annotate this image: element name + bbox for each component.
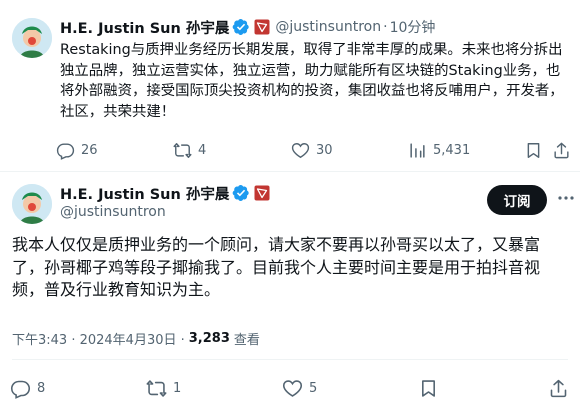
share-icon [550,379,567,397]
views-count: 5,431 [433,142,471,158]
analytics-icon [410,142,425,158]
like-count: 5 [309,380,318,396]
subscribe-button[interactable]: 订阅 [487,185,547,215]
bookmark-icon [422,379,435,397]
separator-dot: · [383,19,388,35]
tweet-actions: 8 1 5 [10,377,570,399]
share-button[interactable] [552,141,571,160]
avatar[interactable] [12,18,52,58]
heart-icon [291,142,310,158]
divider [12,359,568,360]
tweet-1[interactable]: H.E. Justin Sun 孙宇晨 @justinsuntron · 10分… [0,0,580,172]
author-name[interactable]: H.E. Justin Sun 孙宇晨 [60,183,229,204]
tweet-time[interactable]: 10分钟 [390,17,436,37]
tweet-actions: 26 4 30 5,431 [56,140,576,160]
tron-brand-badge-icon[interactable] [254,185,270,201]
reply-icon [56,142,75,160]
like-button[interactable]: 30 [291,141,333,160]
repost-icon [146,379,167,397]
repost-button[interactable]: 4 [173,141,206,160]
reply-button[interactable]: 8 [10,378,45,399]
like-count: 30 [316,142,333,158]
avatar[interactable] [12,184,52,224]
views-label: 查看 [233,333,260,348]
tweet-2-focused: H.E. Justin Sun 孙宇晨 @justinsuntron 订阅 我本… [0,172,580,408]
repost-icon [173,142,192,158]
heart-icon [282,379,303,397]
author-name[interactable]: H.E. Justin Sun 孙宇晨 [60,17,229,38]
bookmark-icon [527,142,540,158]
bookmark-button[interactable] [524,141,543,160]
tweet-timestamp[interactable]: 下午3:43 · 2024年4月30日 · [12,329,185,348]
author-handle[interactable]: @justinsuntron [60,204,166,220]
tweet-meta: 下午3:43 · 2024年4月30日 · 3,283 查看 [12,329,260,348]
repost-button[interactable]: 1 [146,378,181,399]
bookmark-button[interactable] [418,378,439,399]
tweet-text: 我本人仅仅是质押业务的一个顾问，请大家不要再以孙哥买以太了，又暴富了，孙哥椰子鸡… [12,235,541,299]
reply-button[interactable]: 26 [56,141,98,160]
share-button[interactable] [548,378,569,399]
verified-badge-icon[interactable] [232,184,250,202]
repost-count: 4 [198,142,207,158]
tweet-text: Restaking与质押业务经历长期发展，取得了非常丰厚的成果。未来也将分拆出独… [60,42,564,120]
views-count: 3,283 [188,331,230,346]
tron-brand-badge-icon[interactable] [254,19,270,35]
views-button[interactable]: 5,431 [408,141,470,160]
more-options-icon[interactable] [556,188,576,208]
repost-count: 1 [173,380,182,396]
reply-icon [10,380,31,399]
reply-count: 8 [37,380,46,396]
like-button[interactable]: 5 [282,378,317,399]
author-handle[interactable]: @justinsuntron [275,19,381,35]
verified-badge-icon[interactable] [232,18,250,36]
reply-count: 26 [81,142,98,158]
share-icon [554,142,569,158]
